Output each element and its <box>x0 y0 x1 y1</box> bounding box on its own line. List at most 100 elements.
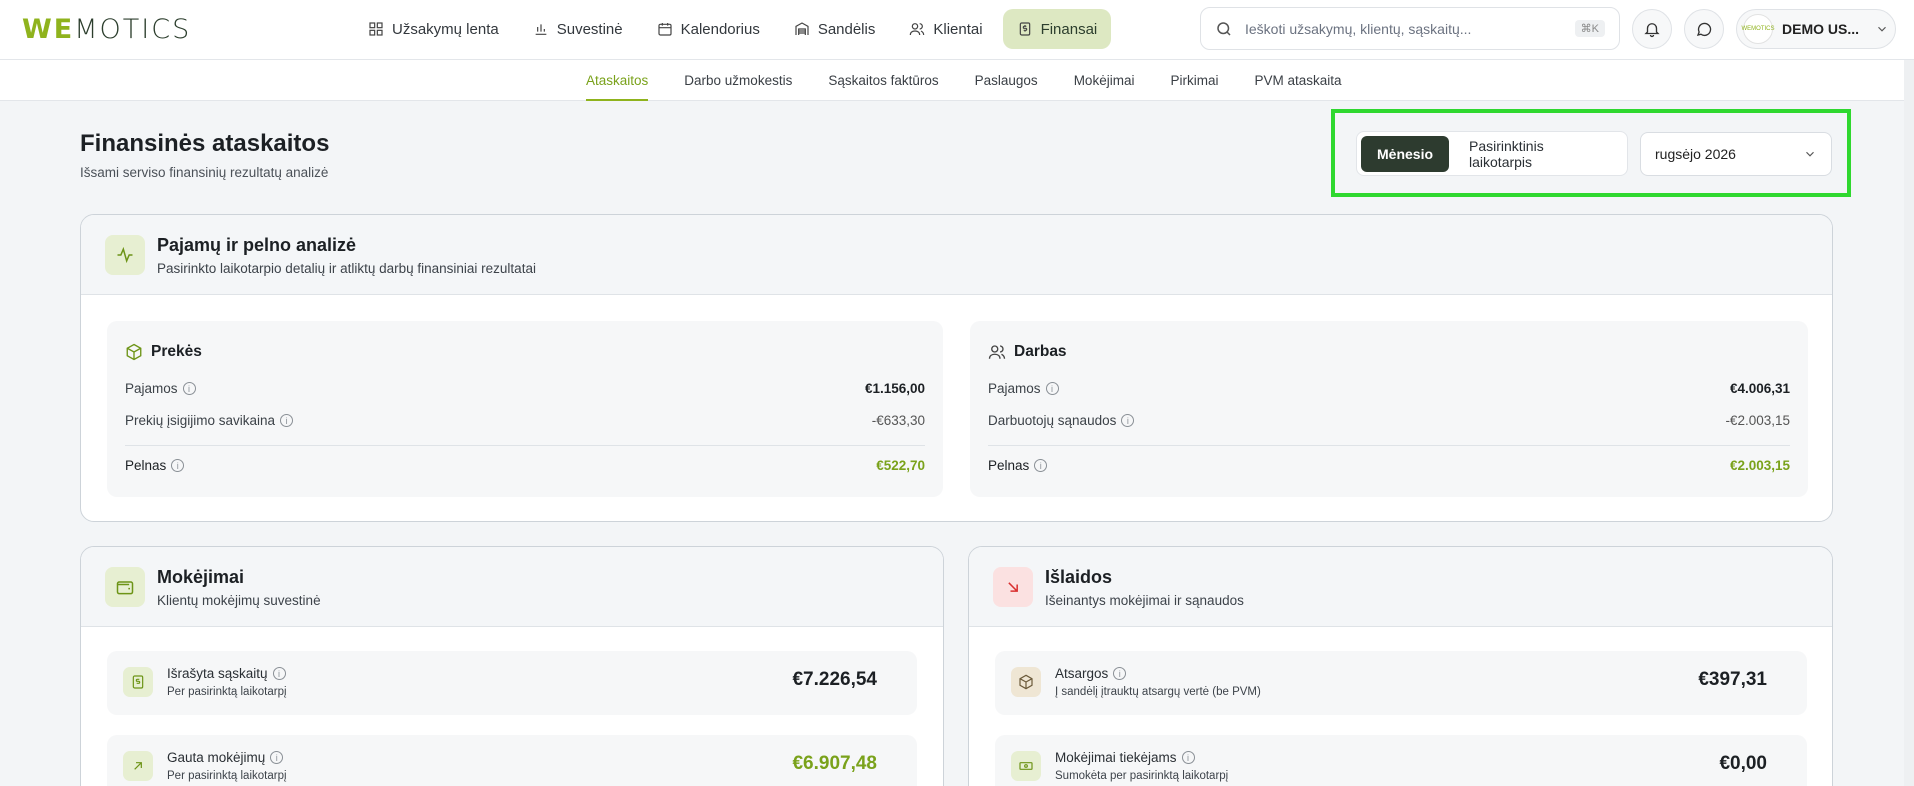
payments-received-stat: Gauta mokėjimų i Per pasirinktą laikotarp… <box>107 735 917 786</box>
chevron-down-icon <box>1878 26 1886 32</box>
nav-item-calendar[interactable]: Kalendorius <box>643 9 774 49</box>
box-icon <box>1011 667 1041 697</box>
month-select[interactable]: rugsėjo 2026 <box>1640 132 1832 176</box>
chat-bubble-icon <box>1696 22 1712 37</box>
grid-icon <box>369 22 383 36</box>
goods-income-row: Pajamos i €1.156,00 <box>125 381 925 396</box>
nav-item-summary[interactable]: Suvestinė <box>519 9 637 49</box>
search-placeholder: Ieškoti užsakymų, klientų, sąskaitų... <box>1245 20 1472 37</box>
info-icon[interactable]: i <box>1045 382 1059 395</box>
expenses-card-header: Išlaidos Išeinantys mokėjimai ir sąnaudo… <box>969 547 1832 627</box>
info-icon[interactable]: i <box>1181 751 1195 764</box>
info-icon[interactable]: i <box>1121 414 1135 427</box>
avatar: WEMOTICS <box>1742 14 1775 44</box>
period-toggle: Mėnesio Pasirinktinis laikotarpis <box>1356 131 1628 176</box>
info-icon[interactable]: i <box>171 459 185 472</box>
dollar-file-icon <box>123 667 153 697</box>
payments-subtitle: Klientų mokėjimų suvestinė <box>157 593 321 608</box>
search-shortcut: ⌘K <box>1574 20 1605 37</box>
box-icon <box>126 343 142 361</box>
tab-purchases[interactable]: Pirkimai <box>1152 60 1236 101</box>
info-icon[interactable]: i <box>272 667 286 680</box>
bell-icon <box>1644 23 1660 38</box>
analysis-title: Pajamų ir pelno analizė <box>157 235 357 255</box>
stock-stat: Atsargos i Į sandėlį įtrauktų atsargų ver… <box>995 651 1807 715</box>
warehouse-icon <box>795 22 809 35</box>
page-title: Finansinės ataskaitos <box>80 130 330 157</box>
work-cost-row: Darbuotojų sąnaudos i -€2.003,15 <box>988 413 1790 428</box>
scrollbar[interactable] <box>1904 60 1914 786</box>
info-icon[interactable]: i <box>1034 459 1048 472</box>
page-subtitle: Išsami serviso finansinių rezultatų anal… <box>80 165 329 180</box>
nav-item-finance[interactable]: Finansai <box>1002 9 1112 49</box>
goods-cost: -€633,30 <box>871 413 925 428</box>
info-icon[interactable]: i <box>1113 667 1127 680</box>
main-nav: Užsakymų lenta Suvestinė Kalendorius San… <box>354 9 1112 49</box>
sub-nav: Ataskaitos Darbo užmokestis Sąskaitos fa… <box>0 60 1914 101</box>
tab-payments[interactable]: Mokėjimai <box>1056 60 1153 101</box>
goods-title: Prekės <box>125 343 202 361</box>
notifications-button[interactable] <box>1632 9 1672 49</box>
bar-chart-icon <box>535 24 547 35</box>
divider <box>988 445 1790 446</box>
chevron-down-icon <box>1806 151 1814 157</box>
user-menu[interactable]: WEMOTICS DEMO US... <box>1736 9 1896 49</box>
info-icon[interactable]: i <box>270 751 284 764</box>
monthly-option[interactable]: Mėnesio <box>1361 135 1450 172</box>
tab-vat-report[interactable]: PVM ataskaita <box>1236 60 1359 101</box>
tab-services[interactable]: Paslaugos <box>957 60 1056 101</box>
messages-button[interactable] <box>1684 9 1724 49</box>
banknote-icon <box>1011 751 1041 781</box>
payments-card-header: Mokėjimai Klientų mokėjimų suvestinė <box>81 547 943 627</box>
nav-item-orders[interactable]: Užsakymų lenta <box>354 9 513 49</box>
work-profit: €2.003,15 <box>1729 458 1790 473</box>
tab-invoices[interactable]: Sąskaitos faktūros <box>810 60 956 101</box>
user-name: DEMO US... <box>1782 21 1860 37</box>
supplier-payments-stat: Mokėjimai tiekėjams i Sumokėta per pasiri… <box>995 735 1807 786</box>
stock-value: €397,31 <box>1698 669 1767 690</box>
activity-icon <box>105 235 145 275</box>
goods-profit: €522,70 <box>876 458 925 473</box>
expenses-card: Išlaidos Išeinantys mokėjimai ir sąnaudo… <box>968 546 1833 786</box>
goods-income: €1.156,00 <box>864 381 925 396</box>
payments-card: Mokėjimai Klientų mokėjimų suvestinė Išr… <box>80 546 944 786</box>
tab-payroll[interactable]: Darbo užmokestis <box>666 60 810 101</box>
selected-month: rugsėjo 2026 <box>1655 146 1736 162</box>
search-input[interactable]: Ieškoti užsakymų, klientų, sąskaitų... ⌘… <box>1200 7 1620 50</box>
work-income: €4.006,31 <box>1729 381 1790 396</box>
wallet-icon <box>105 567 145 607</box>
tab-reports[interactable]: Ataskaitos <box>568 60 666 101</box>
users-icon <box>910 23 925 36</box>
top-bar: WEMOTICS Užsakymų lenta Suvestinė Kalend… <box>0 0 1914 60</box>
invoices-issued-value: €7.226,54 <box>792 669 877 690</box>
goods-profit-row: Pelnas i €522,70 <box>125 458 925 473</box>
calendar-icon <box>657 23 672 36</box>
arrow-up-right-icon <box>123 751 153 781</box>
nav-item-warehouse[interactable]: Sandėlis <box>780 9 890 49</box>
goods-panel: Prekės Pajamos i €1.156,00 Prekių įsigiji… <box>107 321 943 497</box>
work-profit-row: Pelnas i €2.003,15 <box>988 458 1790 473</box>
info-icon[interactable]: i <box>280 414 294 427</box>
arrow-down-right-icon <box>993 567 1033 607</box>
search-icon <box>1217 21 1231 36</box>
logo[interactable]: WEMOTICS <box>22 14 191 45</box>
work-cost: -€2.003,15 <box>1725 413 1790 428</box>
payments-title: Mokėjimai <box>157 567 245 587</box>
analysis-card: Pajamų ir pelno analizė Pasirinkto laiko… <box>80 214 1833 522</box>
goods-cost-row: Prekių įsigijimo savikaina i -€633,30 <box>125 413 925 428</box>
info-icon[interactable]: i <box>182 382 196 395</box>
supplier-payments-value: €0,00 <box>1719 753 1767 774</box>
expenses-subtitle: Išeinantys mokėjimai ir sąnaudos <box>1045 593 1244 608</box>
invoices-issued-stat: Išrašyta sąskaitų i Per pasirinktą laikot… <box>107 651 917 715</box>
users-icon <box>988 345 1006 359</box>
expenses-title: Išlaidos <box>1045 567 1113 587</box>
work-title: Darbas <box>988 343 1067 361</box>
analysis-card-header: Pajamų ir pelno analizė Pasirinkto laiko… <box>81 215 1832 295</box>
work-income-row: Pajamos i €4.006,31 <box>988 381 1790 396</box>
dollar-file-icon <box>1019 22 1030 36</box>
analysis-subtitle: Pasirinkto laikotarpio detalių ir atlikt… <box>157 261 536 276</box>
divider <box>125 445 925 446</box>
payments-received-value: €6.907,48 <box>792 753 877 774</box>
nav-item-clients[interactable]: Klientai <box>895 9 996 49</box>
custom-period-option[interactable]: Pasirinktinis laikotarpis <box>1453 136 1623 172</box>
